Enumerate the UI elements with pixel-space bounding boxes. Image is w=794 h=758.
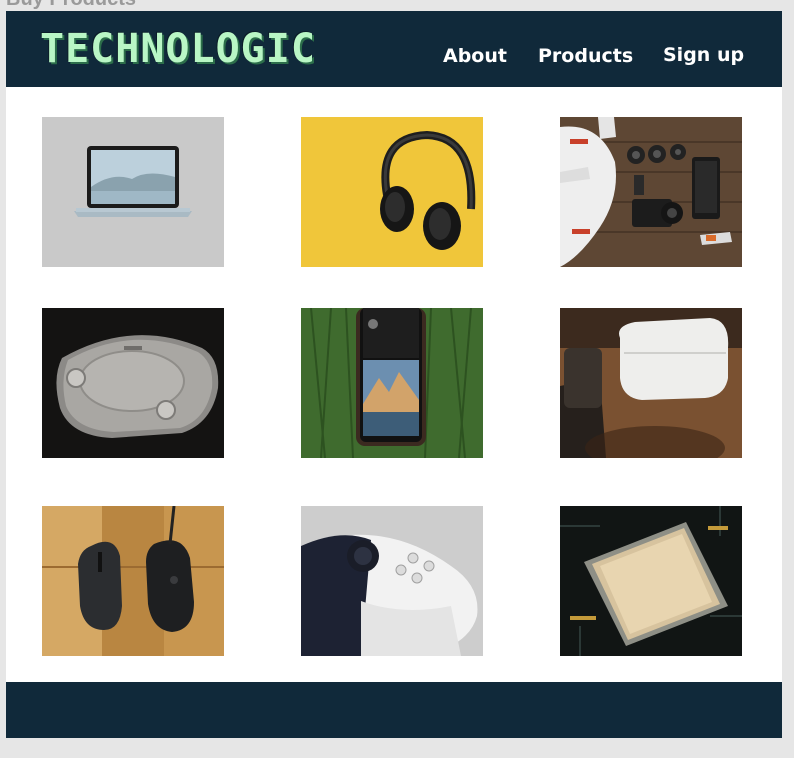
product-headphones[interactable]: [301, 117, 483, 267]
product-laptop[interactable]: [42, 117, 224, 267]
smartphone-icon: [301, 308, 483, 458]
product-cpu[interactable]: [560, 506, 742, 656]
gamepad-icon: [301, 506, 483, 656]
page-title: Buy Products: [6, 0, 136, 11]
product-gamepad[interactable]: [301, 506, 483, 656]
page-frame: TECHNOLOGIC About Products Sign up: [6, 11, 782, 738]
site-header: TECHNOLOGIC About Products Sign up: [6, 11, 782, 87]
headphones-icon: [301, 117, 483, 267]
mouse-icon: [42, 506, 224, 656]
cpu-chip-icon: [560, 506, 742, 656]
product-smartphone[interactable]: [301, 308, 483, 458]
earbuds-case-icon: [560, 308, 742, 458]
site-footer: [6, 682, 782, 738]
nav-signup-link[interactable]: Sign up: [663, 44, 744, 66]
product-mouse[interactable]: [42, 506, 224, 656]
product-earbuds[interactable]: [560, 308, 742, 458]
nav-products-link[interactable]: Products: [538, 45, 633, 67]
game-console-icon: [42, 308, 224, 458]
site-logo[interactable]: TECHNOLOGIC: [40, 27, 316, 71]
product-console[interactable]: [42, 308, 224, 458]
drone-camera-icon: [560, 117, 742, 267]
product-drone[interactable]: [560, 117, 742, 267]
laptop-icon: [42, 117, 224, 267]
nav-about-link[interactable]: About: [443, 45, 507, 67]
